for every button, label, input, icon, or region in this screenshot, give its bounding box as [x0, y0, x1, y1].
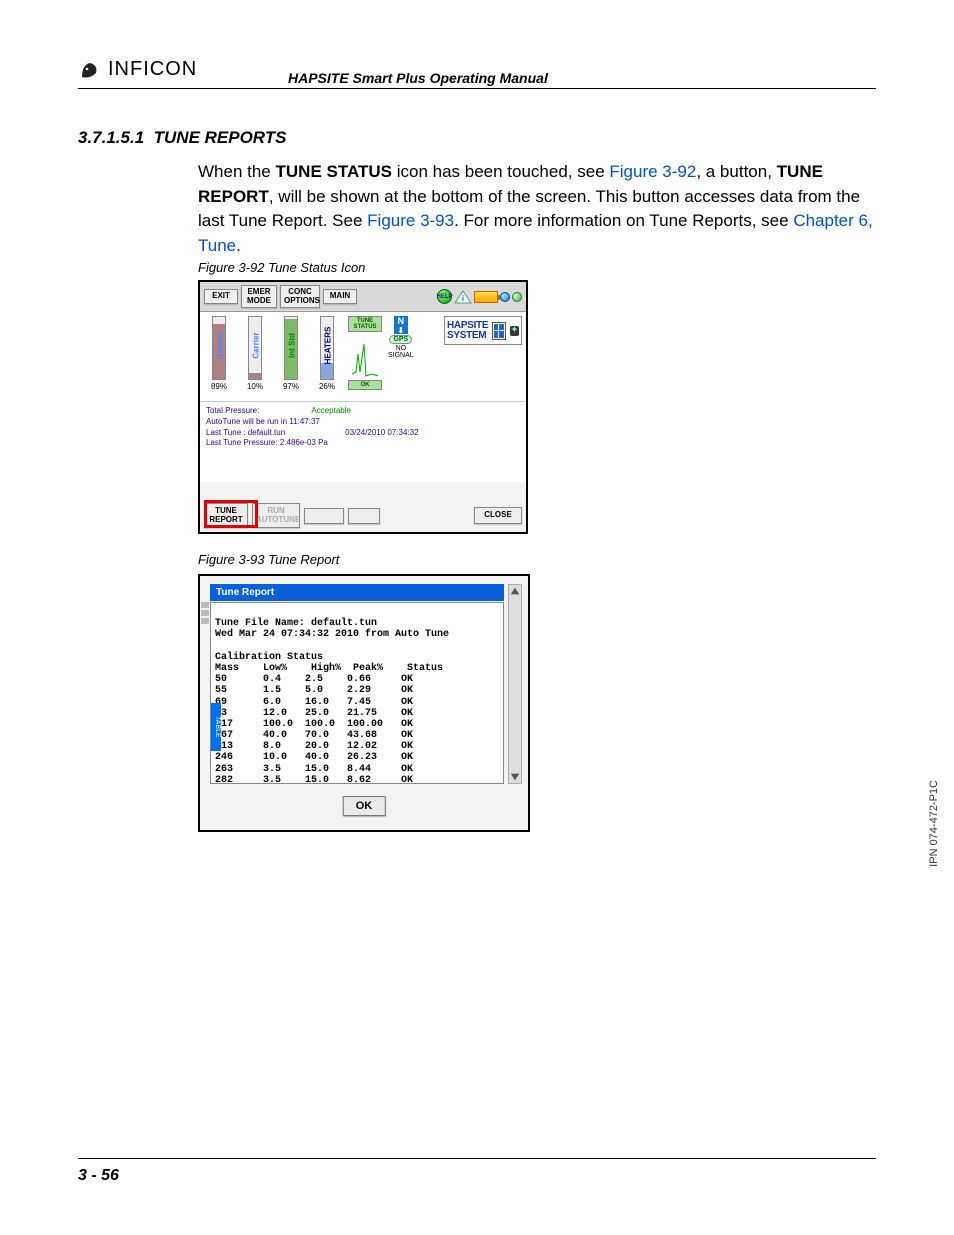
compass-icon: N⬇ [394, 316, 408, 334]
gauge-carrier: Carrier 10% [240, 316, 270, 397]
fig92-gauges: Battery 89% Carrier 10% Int Std 97% HEAT… [200, 312, 526, 402]
run-autotune-button[interactable]: RUN AUTOTUNE [252, 503, 300, 528]
tune-report-button[interactable]: TUNE REPORT [204, 503, 248, 528]
info-icon[interactable]: i [454, 290, 472, 304]
sidebar-slots [201, 602, 209, 624]
figure-92: EXIT EMER MODE CONC OPTIONS MAIN HELP i … [198, 280, 528, 534]
help-icon[interactable]: HELP [437, 289, 452, 304]
table-row: 167 40.0 70.0 43.68 OK [215, 730, 413, 741]
table-row: 50 0.4 2.5 0.66 OK [215, 674, 413, 685]
gauge-battery: Battery 89% [204, 316, 234, 397]
no-signal-label: NO SIGNAL [388, 345, 414, 359]
table-row: 69 6.0 16.0 7.45 OK [215, 697, 413, 708]
scrollbar[interactable] [508, 584, 522, 784]
scroll-up-icon[interactable] [509, 585, 521, 597]
scroll-down-icon[interactable] [509, 771, 521, 783]
fig92-bottom-bar: TUNE REPORT RUN AUTOTUNE CLOSE [204, 503, 522, 528]
module-icon [492, 322, 505, 340]
gps-badge: GPS [389, 335, 412, 344]
hapsite-system-badge: HAPSITE SYSTEM ✦ [444, 316, 522, 345]
tune-report-text: Tune File Name: default.tun Wed Mar 24 0… [215, 607, 499, 784]
link-figure-3-92[interactable]: Figure 3-92 [609, 162, 696, 181]
footer-rule [78, 1158, 876, 1159]
exit-button[interactable]: EXIT [204, 289, 238, 303]
fig92-info-panel: Total Pressure:Acceptable AutoTune will … [200, 402, 526, 482]
table-row: 93 12.0 25.0 21.75 OK [215, 708, 413, 719]
section-title: TUNE REPORTS [154, 128, 287, 147]
table-tab[interactable]: TABLE [210, 703, 221, 751]
table-row: 117 100.0 100.0 100.00 OK [215, 719, 413, 730]
figure-93: Tune Report TABLE Tune File Name: defaul… [198, 574, 530, 832]
body-paragraph: When the TUNE STATUS icon has been touch… [198, 160, 888, 259]
table-row: 282 3.5 15.0 8.62 OK [215, 775, 413, 784]
tune-status-indicator[interactable]: TUNE STATUS OK [348, 316, 382, 397]
status-dot-green [512, 292, 522, 302]
link-figure-3-93[interactable]: Figure 3-93 [367, 211, 454, 230]
gear-mini-icon: ✦ [510, 326, 519, 336]
ok-button[interactable]: OK [343, 796, 386, 816]
gauge-intstd: Int Std 97% [276, 316, 306, 397]
section-number: 3.7.1.5.1 [78, 128, 144, 147]
section-heading: 3.7.1.5.1 TUNE REPORTS [78, 128, 287, 148]
emer-mode-button[interactable]: EMER MODE [241, 285, 277, 308]
close-button[interactable]: CLOSE [474, 507, 522, 523]
main-button[interactable]: MAIN [323, 289, 357, 303]
conc-options-button[interactable]: CONC OPTIONS [280, 285, 320, 308]
table-row: 55 1.5 5.0 2.29 OK [215, 685, 413, 696]
fig92-toolbar: EXIT EMER MODE CONC OPTIONS MAIN HELP i [200, 282, 526, 312]
svg-text:i: i [462, 294, 464, 303]
bold-tune-status: TUNE STATUS [276, 162, 392, 181]
tune-report-content: TABLE Tune File Name: default.tun Wed Ma… [210, 602, 504, 784]
table-row: 246 10.0 40.0 26.23 OK [215, 752, 413, 763]
ok-status: OK [348, 380, 382, 390]
ipn-sidetext: IPN 074-472-P1C [928, 780, 940, 867]
page-number: 3 - 56 [78, 1167, 119, 1185]
figure-93-caption: Figure 3-93 Tune Report [198, 552, 339, 567]
gps-panel: N⬇ GPS NO SIGNAL [388, 316, 414, 397]
tune-report-titlebar: Tune Report [210, 584, 504, 601]
battery-icon [474, 291, 498, 303]
table-row: 213 8.0 20.0 12.02 OK [215, 741, 413, 752]
status-dot-blue [500, 292, 510, 302]
spectrum-icon [350, 334, 380, 378]
gauge-heaters: HEATERS 26% [312, 316, 342, 397]
table-row: 263 3.5 15.0 8.44 OK [215, 764, 413, 775]
figure-92-caption: Figure 3-92 Tune Status Icon [198, 260, 365, 275]
